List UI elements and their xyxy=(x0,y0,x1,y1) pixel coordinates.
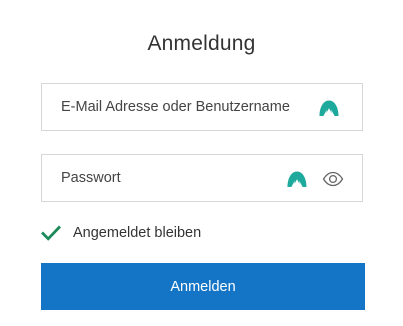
nordpass-autofill-icon[interactable] xyxy=(286,170,308,188)
eye-icon[interactable] xyxy=(322,171,344,187)
remember-me-checkbox[interactable] xyxy=(41,223,61,243)
remember-me-row[interactable]: Angemeldet bleiben xyxy=(41,222,201,244)
page-title: Anmeldung xyxy=(147,32,256,55)
username-field[interactable] xyxy=(41,83,363,131)
checkmark-icon xyxy=(41,225,61,241)
password-input[interactable] xyxy=(61,155,271,201)
remember-me-label: Angemeldet bleiben xyxy=(73,225,202,241)
password-field[interactable] xyxy=(41,154,363,202)
login-page: Anmeldung Angemeldet bleiben Anmelden xyxy=(0,0,403,326)
username-input[interactable] xyxy=(61,84,311,130)
nordpass-autofill-icon[interactable] xyxy=(318,99,340,117)
login-button[interactable]: Anmelden xyxy=(41,263,365,310)
